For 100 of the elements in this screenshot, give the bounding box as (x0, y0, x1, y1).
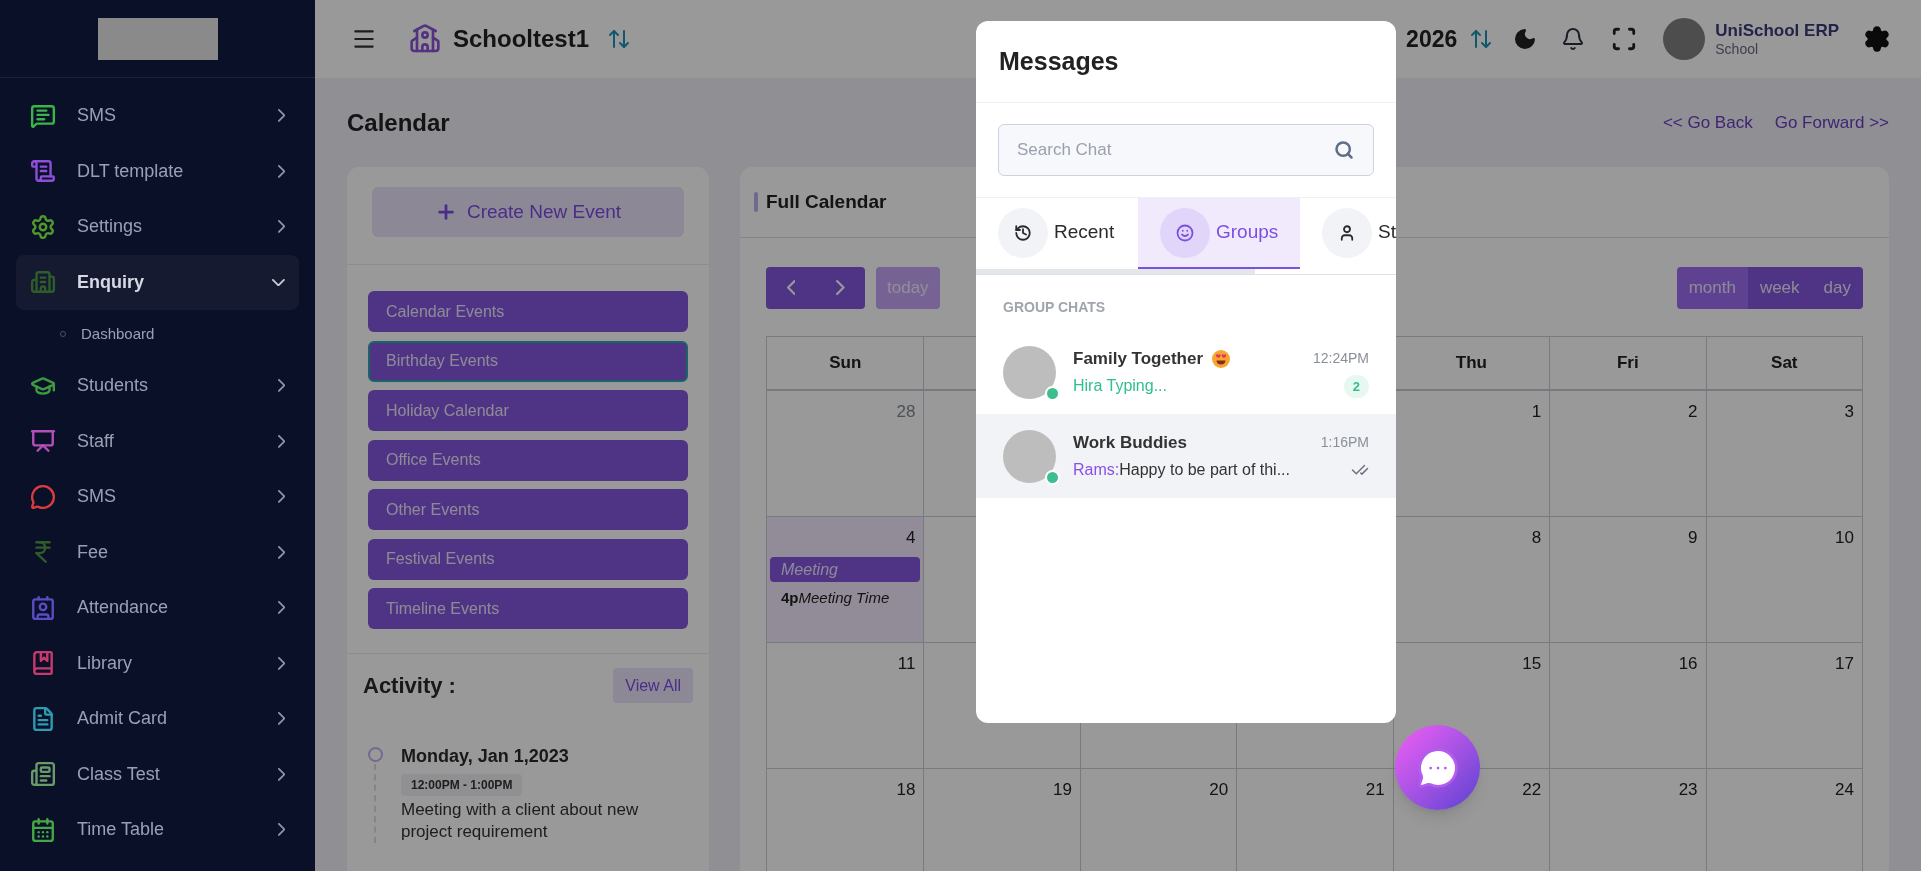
chat-tab[interactable]: St (1300, 198, 1396, 269)
day-number[interactable]: 2 (1688, 399, 1698, 425)
scrollbar[interactable] (976, 269, 1255, 274)
document-icon (30, 705, 56, 732)
weekday-header: Fri (1617, 352, 1639, 375)
chevron-right-icon (277, 823, 285, 837)
chat-time: 12:24PM (1312, 349, 1369, 368)
typing-status: Hira Typing... (1073, 376, 1167, 397)
sidebar-item[interactable]: Time Table (16, 802, 299, 858)
badge-icon (30, 594, 56, 621)
bell-icon[interactable] (1561, 27, 1586, 51)
day-number[interactable]: 23 (1678, 777, 1698, 803)
day-number[interactable]: 17 (1835, 651, 1854, 677)
day-number[interactable]: 16 (1678, 651, 1698, 677)
calendar-event[interactable]: 4pMeeting Time (770, 586, 921, 609)
book-icon (30, 650, 56, 677)
day-number[interactable]: 8 (1531, 525, 1542, 551)
swap-arrows-icon[interactable] (607, 27, 632, 51)
person-icon (1338, 223, 1356, 242)
presentation-icon (30, 428, 56, 455)
day-number[interactable]: 15 (1522, 651, 1542, 677)
weekday-header: Sun (829, 352, 862, 375)
activity-time: 12:00PM - 1:00PM (401, 774, 523, 796)
sidebar-label: Settings (77, 215, 143, 239)
building-icon (30, 269, 56, 296)
sidebar-item[interactable]: Admit Card (16, 691, 299, 747)
sidebar-label: Staff (77, 429, 114, 453)
chevron-right-icon (277, 601, 285, 615)
chevron-right-icon (836, 280, 845, 296)
sidebar-item[interactable]: Class Test (16, 746, 299, 802)
chat-tab[interactable]: Groups (1138, 198, 1300, 269)
sidebar-label: Admit Card (77, 707, 168, 731)
chevron-right-icon (277, 490, 285, 504)
chevron-right-icon (277, 545, 285, 559)
nav-link[interactable]: Go Forward >> (1774, 109, 1889, 136)
weekday-header: Thu (1455, 352, 1487, 375)
sidebar-item[interactable]: SMS (16, 88, 299, 144)
year-label: 2026 (1406, 24, 1458, 54)
sidebar-label: DLT template (77, 159, 184, 183)
moon-icon[interactable] (1513, 27, 1538, 51)
activity-title: Activity : (363, 672, 456, 700)
swap-arrows-icon[interactable] (1469, 27, 1494, 51)
chevron-down-icon (272, 278, 285, 286)
card-title: Full Calendar (766, 189, 887, 214)
fullscreen-icon[interactable] (1611, 26, 1638, 52)
calendar-icon (30, 816, 56, 843)
day-number[interactable]: 11 (897, 651, 916, 677)
sidebar-item[interactable]: SMS (16, 469, 299, 525)
nav-link[interactable]: << Go Back (1662, 109, 1753, 136)
chevron-right-icon (277, 109, 285, 123)
settings-icon[interactable] (1863, 25, 1891, 53)
tab-label: Groups (1216, 220, 1279, 245)
sidebar-item[interactable]: Attendance (16, 580, 299, 636)
day-number[interactable]: 3 (1844, 399, 1854, 425)
smiley-icon (1176, 223, 1194, 242)
school-name: Schooltest1 (453, 24, 590, 54)
sidebar-label: SMS (77, 485, 116, 509)
sidebar-item[interactable]: Staff (16, 413, 299, 469)
page-title: Calendar (347, 107, 450, 138)
chat-item[interactable]: Work Buddies 1:16PM Rams:Happy to be part of thi... (976, 414, 1396, 498)
chat-name: Work Buddies (1073, 431, 1187, 454)
tab-label: St (1378, 220, 1396, 245)
day-number[interactable]: 1 (1531, 399, 1542, 425)
day-number[interactable]: 19 (1052, 777, 1072, 803)
chevron-right-icon (277, 434, 285, 448)
sidebar-label: Enquiry (77, 270, 144, 294)
day-number[interactable]: 20 (1209, 777, 1229, 803)
day-number[interactable]: 24 (1835, 777, 1854, 803)
sidebar-label: SMS (77, 104, 116, 128)
chevron-right-icon (277, 220, 285, 234)
sidebar-item[interactable]: Library (16, 635, 299, 691)
chevron-right-icon (277, 379, 285, 393)
search-icon (1334, 140, 1354, 160)
avatar[interactable] (1663, 18, 1706, 60)
sidebar-subitem[interactable]: Dashboard (81, 322, 155, 346)
sidebar-item[interactable]: Fee (16, 524, 299, 580)
history-icon (1014, 223, 1032, 242)
sidebar-item[interactable]: DLT template (16, 143, 299, 199)
search-field[interactable]: Search Chat (998, 124, 1374, 176)
day-number[interactable]: 18 (896, 777, 916, 803)
day-number[interactable]: 9 (1688, 525, 1698, 551)
day-number[interactable]: 10 (1835, 525, 1854, 551)
sidebar-item[interactable]: Enquiry (16, 254, 299, 310)
avatar (1003, 429, 1056, 483)
sidebar-label: Students (77, 374, 149, 398)
gear-icon (30, 213, 56, 240)
sidebar-item[interactable]: Students (16, 358, 299, 414)
chat-name: Family Together (1073, 347, 1204, 370)
activity-text: Meeting with a client about new project requirement (401, 799, 640, 843)
user-role: School (1715, 40, 1760, 59)
chat-tab[interactable]: Recent (976, 198, 1138, 269)
sidebar-label: Class Test (77, 762, 160, 786)
sidebar-item[interactable]: Settings (16, 199, 299, 255)
day-number[interactable]: 21 (1365, 777, 1385, 803)
avatar (1003, 345, 1056, 399)
day-number[interactable]: 4 (905, 525, 916, 551)
day-number[interactable]: 22 (1522, 777, 1542, 803)
chat-bubble-icon (1415, 745, 1460, 790)
sidebar-label: Fee (77, 540, 109, 564)
school-icon (409, 23, 441, 55)
